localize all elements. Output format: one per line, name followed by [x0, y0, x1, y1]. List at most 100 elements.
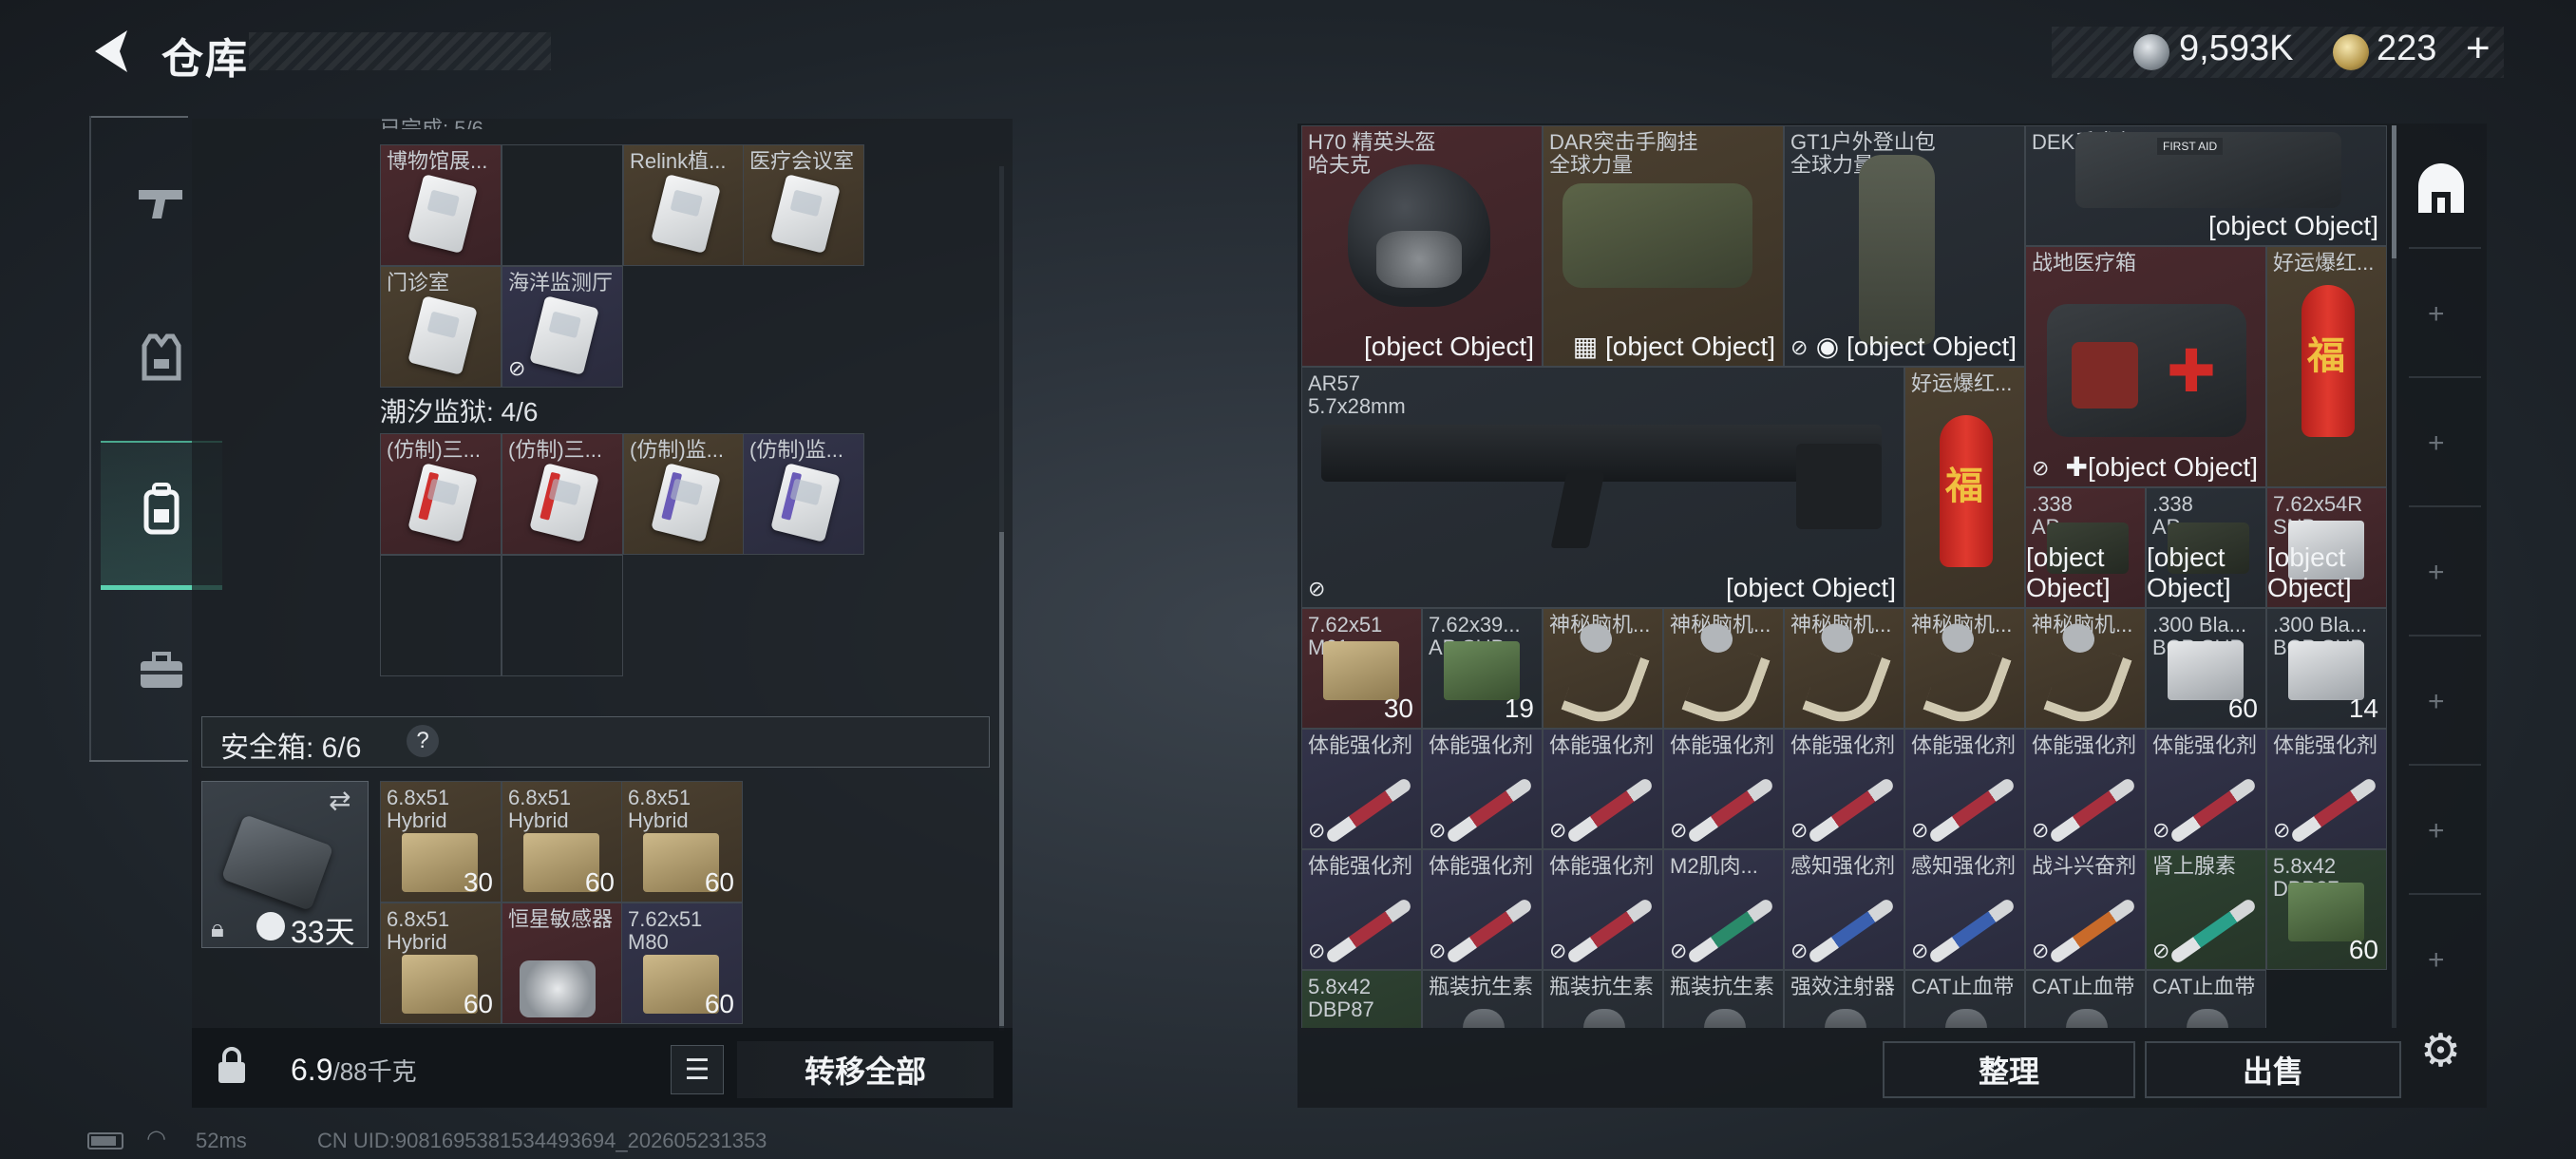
inventory-item-slot[interactable]: M2肌肉... ⊘: [1663, 849, 1784, 970]
keycard-slot[interactable]: (仿制)监...: [623, 433, 745, 555]
inventory-item-slot[interactable]: 7.62x51M6130: [1301, 608, 1422, 729]
keycard-icon: [529, 295, 599, 375]
inventory-item-slot[interactable]: 体能强化剂 ⊘: [1543, 729, 1663, 849]
inventory-item-slot[interactable]: 体能强化剂 ⊘: [1301, 849, 1422, 970]
inventory-item-slot[interactable]: 体能强化剂 ⊘: [1543, 849, 1663, 970]
inventory-item-slot[interactable]: 神秘脑机...: [2025, 608, 2146, 729]
inventory-item-slot[interactable]: 神秘脑机...: [1543, 608, 1663, 729]
add-container-button[interactable]: +: [2428, 944, 2445, 977]
inventory-item-slot[interactable]: 神秘脑机...: [1663, 608, 1784, 729]
safe-item-slot[interactable]: 6.8x51 Hybrid 60: [621, 781, 743, 902]
safe-item-slot[interactable]: 7.62x51 M80 60: [621, 902, 743, 1024]
inventory-scrollbar-track[interactable]: [2392, 125, 2396, 1028]
item-icon: [2066, 1009, 2108, 1028]
inventory-item-slot[interactable]: 瓶装抗生素: [1543, 970, 1663, 1028]
keycard-slot[interactable]: 门诊室: [380, 266, 502, 388]
inventory-item-slot[interactable]: 感知强化剂 ⊘: [1904, 849, 2025, 970]
unsellable-icon: ⊘: [1670, 818, 1688, 842]
field-medkit-slot[interactable]: 战地医疗箱 ⊘ ✚[object Object]: [2025, 246, 2266, 487]
sort-button[interactable]: 整理: [1883, 1041, 2135, 1098]
add-container-button[interactable]: +: [2428, 557, 2445, 589]
stash-scrollbar-thumb[interactable]: [999, 532, 1004, 1026]
safe-box-help-button[interactable]: ?: [407, 725, 439, 757]
inventory-item-slot[interactable]: .300 Bla...BCP SUB60: [2146, 608, 2266, 729]
helmet-slot[interactable]: H70 精英头盔 哈夫克 [object Object]: [1301, 125, 1543, 367]
item-name: 6.8x51: [508, 786, 572, 809]
inventory-scrollbar-thumb[interactable]: [2392, 125, 2396, 258]
inventory-item-slot[interactable]: .300 Bla...BCP SUB14: [2266, 608, 2387, 729]
inventory-item-slot[interactable]: 体能强化剂 ⊘: [1422, 729, 1543, 849]
page-title: 仓库: [161, 36, 249, 83]
inventory-item-slot[interactable]: 战斗兴奋剂 ⊘: [2025, 849, 2146, 970]
safe-item-slot[interactable]: 6.8x51 Hybrid 60: [380, 902, 502, 1024]
dek-surgical-kit-slot[interactable]: DEK手术包[object Object]: [2025, 125, 2387, 246]
lucky-firecracker-slot[interactable]: 好运爆红...: [1904, 367, 2025, 608]
safe-item-slot[interactable]: 6.8x51 Hybrid 30: [380, 781, 502, 902]
inventory-item-slot[interactable]: 体能强化剂 ⊘: [1904, 729, 2025, 849]
inventory-item-slot[interactable]: 神秘脑机...: [1784, 608, 1904, 729]
add-container-button[interactable]: +: [2428, 428, 2445, 460]
inventory-item-slot[interactable]: 体能强化剂 ⊘: [1301, 729, 1422, 849]
add-currency-button[interactable]: +: [2466, 25, 2491, 72]
keycard-slot[interactable]: (仿制)三...: [502, 433, 623, 555]
inventory-item-slot[interactable]: 体能强化剂 ⊘: [1663, 729, 1784, 849]
swap-icon[interactable]: ⇄: [329, 785, 350, 816]
vest-icon: [141, 332, 182, 392]
inventory-item-slot[interactable]: 瓶装抗生素: [1663, 970, 1784, 1028]
unsellable-icon: ⊘: [2032, 939, 2050, 962]
settings-gear-icon[interactable]: ⚙: [2420, 1024, 2461, 1077]
keycard-slot[interactable]: (仿制)监...: [743, 433, 864, 555]
ammo-762x54r-slot[interactable]: 7.62x54RSNB[object Object]: [2266, 487, 2387, 608]
inventory-item-slot[interactable]: 体能强化剂 ⊘: [2025, 729, 2146, 849]
container-tab-main[interactable]: [2411, 160, 2472, 220]
unsellable-icon: ⊘: [1429, 939, 1447, 962]
inventory-item-slot[interactable]: 体能强化剂 ⊘: [2146, 729, 2266, 849]
inventory-item-slot[interactable]: CAT止血带: [2025, 970, 2146, 1028]
inventory-item-slot[interactable]: 神秘脑机...: [1904, 608, 2025, 729]
chest-rig-slot[interactable]: DAR突击手胸挂 全球力量 ▦ [object Object]: [1543, 125, 1784, 367]
safe-item-slot[interactable]: 恒星敏感器: [502, 902, 623, 1024]
inventory-item-slot[interactable]: 强效注射器: [1784, 970, 1904, 1028]
inventory-item-slot[interactable]: 体能强化剂 ⊘: [2266, 729, 2387, 849]
inventory-item-slot[interactable]: 5.8x42DBP8760: [2266, 849, 2387, 970]
rifle-ar57-slot[interactable]: AR57 5.7x28mm ⊘ [object Object]: [1301, 367, 1904, 608]
inventory-item-slot[interactable]: 肾上腺素 ⊘: [2146, 849, 2266, 970]
inventory-item-slot[interactable]: 瓶装抗生素: [1422, 970, 1543, 1028]
safe-item-slot[interactable]: 6.8x51 Hybrid 60: [502, 781, 623, 902]
add-container-button[interactable]: +: [2428, 298, 2445, 331]
syringe-icon: [1927, 776, 2017, 845]
inventory-item-slot[interactable]: 5.8x42 DBP87: [1301, 970, 1422, 1028]
lucky-firecracker-slot[interactable]: 好运爆红...: [2266, 246, 2387, 487]
item-name: 博物馆展...: [387, 149, 488, 173]
keycard-slot[interactable]: 博物馆展...: [380, 144, 502, 266]
empty-slot[interactable]: [502, 555, 623, 676]
inventory-item-slot[interactable]: CAT止血带: [1904, 970, 2025, 1028]
inventory-item-slot[interactable]: 感知强化剂 ⊘: [1784, 849, 1904, 970]
ammo-338-slot[interactable]: .338 AP [object Object]: [2025, 487, 2146, 608]
empty-slot[interactable]: [380, 555, 502, 676]
syringe-icon: [2289, 776, 2378, 845]
list-view-button[interactable]: ☰: [671, 1045, 724, 1094]
silver-currency-amount: 9,593K: [2179, 28, 2294, 68]
transfer-all-button[interactable]: 转移全部: [737, 1041, 994, 1098]
inventory-item-slot[interactable]: 7.62x39...AP SUB19: [1422, 608, 1543, 729]
keycard-slot[interactable]: 医疗会议室: [743, 144, 864, 266]
keycard-slot[interactable]: Relink植...: [623, 144, 745, 266]
inventory-item-slot[interactable]: CAT止血带: [2146, 970, 2266, 1028]
inventory-item-slot[interactable]: 体能强化剂 ⊘: [1422, 849, 1543, 970]
keycard-slot[interactable]: 海洋监测厅 ⊘: [502, 266, 623, 388]
ammo-338-slot[interactable]: .338 AP [object Object]: [2146, 487, 2266, 608]
unsellable-icon: ⊘: [2032, 818, 2050, 842]
backpack-slot[interactable]: GT1户外登山包 全球力量 ⊘ ◉ [object Object]: [1784, 125, 2025, 367]
back-button[interactable]: [87, 27, 137, 76]
ping-readout: 52ms: [196, 1129, 247, 1152]
keycard-slot[interactable]: (仿制)三...: [380, 433, 502, 555]
syringe-icon: [1686, 776, 1775, 845]
item-name: CAT止血带: [2152, 975, 2256, 998]
add-container-button[interactable]: +: [2428, 815, 2445, 847]
unsellable-icon: ⊘: [1790, 818, 1809, 842]
sell-button[interactable]: 出售: [2145, 1041, 2401, 1098]
add-container-button[interactable]: +: [2428, 686, 2445, 718]
keycard-slot[interactable]: [502, 144, 623, 266]
inventory-item-slot[interactable]: 体能强化剂 ⊘: [1784, 729, 1904, 849]
